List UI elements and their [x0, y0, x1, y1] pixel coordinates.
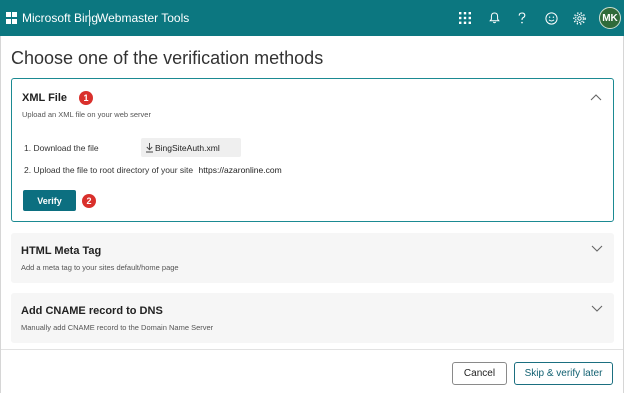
site-url: https://azaronline.com	[198, 165, 282, 175]
user-avatar[interactable]: MK	[599, 7, 621, 29]
chevron-up-icon[interactable]	[590, 93, 602, 101]
dialog-title: Choose one of the verification methods	[11, 48, 324, 68]
method-subtitle: Upload an XML file on your web server	[22, 110, 151, 119]
verify-button[interactable]: Verify	[23, 190, 76, 211]
step-2-label: 2. Upload the file to root directory of …	[24, 165, 282, 175]
feedback-smiley-icon[interactable]	[543, 10, 559, 26]
download-file-name: BingSiteAuth.xml	[155, 142, 220, 153]
method-card-html-meta-tag[interactable]: HTML Meta Tag Add a meta tag to your sit…	[11, 233, 614, 283]
step-2-text: 2. Upload the file to root directory of …	[24, 165, 194, 175]
help-icon[interactable]	[514, 10, 530, 26]
method-subtitle: Manually add CNAME record to the Domain …	[21, 323, 214, 332]
method-title: HTML Meta Tag	[21, 245, 102, 257]
method-card-xml-file[interactable]: XML File 1 Upload an XML file on your we…	[11, 78, 614, 222]
verification-dialog: Choose one of the verification methods X…	[0, 36, 624, 393]
chevron-down-icon[interactable]	[591, 305, 603, 313]
download-file-button[interactable]: BingSiteAuth.xml	[141, 138, 241, 157]
step-badge: 2	[82, 194, 96, 208]
chevron-down-icon[interactable]	[591, 245, 603, 253]
method-title: Add CNAME record to DNS	[21, 305, 163, 317]
method-subtitle: Add a meta tag to your sites default/hom…	[21, 263, 179, 272]
brand-divider	[89, 10, 90, 26]
step-1-label: 1. Download the file	[24, 143, 99, 153]
product-name[interactable]: Webmaster Tools	[97, 11, 189, 25]
dialog-footer: Cancel Skip & verify later	[1, 349, 623, 393]
method-card-cname-record[interactable]: Add CNAME record to DNS Manually add CNA…	[11, 293, 614, 343]
brand-name: Microsoft Bing	[22, 11, 99, 25]
step-badge: 1	[79, 91, 93, 105]
cancel-button[interactable]: Cancel	[452, 362, 507, 385]
skip-verify-later-button[interactable]: Skip & verify later	[514, 362, 613, 385]
microsoft-logo-icon	[6, 12, 18, 24]
apps-grid-icon[interactable]	[457, 10, 473, 26]
method-title: XML File	[22, 92, 68, 104]
download-icon	[146, 143, 153, 153]
top-bar: Microsoft Bing Webmaster Tools MK	[0, 0, 624, 36]
settings-gear-icon[interactable]	[571, 10, 587, 26]
notification-bell-icon[interactable]	[486, 10, 502, 26]
